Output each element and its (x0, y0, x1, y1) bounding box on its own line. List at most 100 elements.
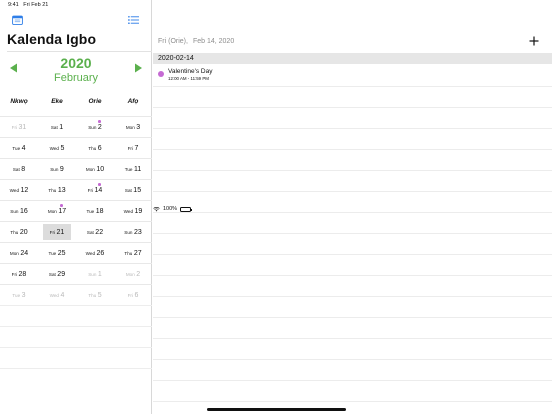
month-label: February (53, 72, 99, 84)
calendar-day-cell[interactable]: Fri 31 (0, 117, 38, 137)
calendar-day-cell[interactable]: Thu 13 (38, 180, 76, 200)
day-number: 23 (133, 228, 142, 236)
weekday-label: Sat (124, 187, 132, 193)
weekday-label: Sat (48, 271, 56, 277)
calendar-day-cell[interactable]: Tue 11 (114, 159, 152, 179)
day-number: 5 (60, 144, 65, 152)
calendar-day-cell[interactable]: Wed 5 (38, 138, 76, 158)
calendar-day-cell[interactable]: Sun 23 (114, 222, 152, 242)
calendar-day-cell[interactable]: Sat 1 (38, 117, 76, 137)
calendar-day-cell[interactable]: Sun 1 (76, 264, 114, 284)
app-window: 9:41 Fri Feb 21 100% Kalenda Igbo 2020 F… (0, 0, 552, 414)
day-number: 10 (96, 165, 105, 173)
day-cell-content: Tue 25 (43, 245, 71, 261)
add-event-plus-icon[interactable] (529, 36, 539, 46)
day-cell-content: Fri 31 (5, 119, 33, 135)
calendar-day-cell[interactable]: Wed 26 (76, 243, 114, 263)
calendar-day-cell[interactable]: Sun 9 (38, 159, 76, 179)
calendar-day-cell[interactable]: Wed 19 (114, 201, 152, 221)
calendar-week-row: Fri 28 Sat 29 Sun 1 Mon 2 (0, 263, 152, 284)
day-cell-content: Thu 5 (81, 287, 109, 303)
weekday-label: Mon (125, 271, 135, 277)
weekday-label: Sun (88, 271, 97, 277)
day-number: 26 (96, 249, 105, 257)
day-number: 19 (134, 207, 143, 215)
weekday-label: Sun (10, 208, 19, 214)
calendar-day-cell[interactable]: Fri 21 (38, 222, 76, 242)
weekday-label: Mon (85, 166, 95, 172)
event-color-dot (158, 71, 164, 77)
calendar-day-cell[interactable]: Tue 18 (76, 201, 114, 221)
day-detail-panel: Fri (Orie), Feb 14, 2020 2020-02-14 Valen… (153, 0, 552, 414)
day-cell-content: Sat 8 (5, 161, 33, 177)
weekday-label: Mon (9, 250, 19, 256)
app-title: Kalenda Igbo (7, 31, 97, 47)
weekday-label: Tue (48, 250, 57, 256)
calendar-day-cell[interactable]: Mon 10 (76, 159, 114, 179)
day-cell-content: Sat 22 (81, 224, 109, 240)
calendar-day-cell[interactable]: Mon 2 (114, 264, 152, 284)
weekday-label: Wed (9, 187, 20, 193)
calendar-day-cell[interactable]: Mon 3 (114, 117, 152, 137)
day-cell-content: Wed 12 (5, 182, 33, 198)
day-number: 2 (136, 270, 141, 278)
calendar-day-cell[interactable]: Fri 7 (114, 138, 152, 158)
next-month-arrow-icon[interactable] (134, 63, 143, 73)
previous-month-arrow-icon[interactable] (9, 63, 18, 73)
calendar-day-cell[interactable]: Sat 8 (0, 159, 38, 179)
calendar-day-cell[interactable]: Sat 15 (114, 180, 152, 200)
calendar-day-cell[interactable]: Sun 2 (76, 117, 114, 137)
day-number: 25 (57, 249, 66, 257)
calendar-day-cell[interactable]: Thu 5 (76, 285, 114, 305)
day-number: 17 (58, 207, 67, 215)
calendar-day-cell[interactable]: Tue 25 (38, 243, 76, 263)
calendar-day-cell[interactable]: Fri 28 (0, 264, 38, 284)
day-cell-content: Tue 18 (81, 203, 109, 219)
row-separator (153, 338, 552, 339)
event-row[interactable]: Valentine's Day 12:00 AM - 11:59 PM (153, 66, 552, 85)
calendar-day-cell[interactable]: Mon 24 (0, 243, 38, 263)
weekday-label: Wed (49, 292, 59, 298)
row-separator (153, 401, 552, 402)
event-indicator-dot (60, 204, 63, 207)
row-separator (153, 128, 552, 129)
day-number: 16 (19, 207, 28, 215)
calendar-day-cell[interactable]: Sun 16 (0, 201, 38, 221)
weekday-label: Sun (50, 166, 59, 172)
list-icon[interactable] (128, 15, 139, 25)
day-cell-content: Thu 27 (119, 245, 147, 261)
calendar-day-cell[interactable]: Fri 14 (76, 180, 114, 200)
calendar-day-cell[interactable]: Fri 6 (114, 285, 152, 305)
calendar-week-row: Sat 8 Sun 9 Mon 10 Tue 11 (0, 158, 152, 179)
weekday-label: Thu (88, 145, 97, 151)
calendar-day-cell[interactable]: Sat 29 (38, 264, 76, 284)
day-number: 12 (20, 186, 29, 194)
calendar-day-cell[interactable]: Wed 4 (38, 285, 76, 305)
calendar-week-row: Sun 16 Mon 17 Tue 18 Wed 19 (0, 200, 152, 221)
event-indicator-dot (98, 120, 101, 123)
calendar-day-cell[interactable]: Mon 17 (38, 201, 76, 221)
day-cell-content: Tue 3 (5, 287, 33, 303)
weekday-label: Tue (124, 166, 133, 172)
calendar-day-cell[interactable]: Thu 6 (76, 138, 114, 158)
divider (7, 51, 152, 52)
calendar-day-cell[interactable]: Thu 27 (114, 243, 152, 263)
row-separator (153, 317, 552, 318)
day-number: 4 (60, 291, 65, 299)
calendar-day-cell[interactable]: Wed 12 (0, 180, 38, 200)
day-number: 4 (21, 144, 26, 152)
calendar-day-cell[interactable]: Sat 22 (76, 222, 114, 242)
weekday-label: Wed (49, 145, 59, 151)
detail-market-day: Fri (Orie), (158, 38, 188, 45)
day-number: 9 (59, 165, 64, 173)
weekday-label: Fri (11, 124, 18, 130)
calendar-day-cell[interactable]: Thu 20 (0, 222, 38, 242)
calendar-day-cell[interactable]: Tue 4 (0, 138, 38, 158)
calendar-icon[interactable] (12, 15, 23, 25)
calendar-day-cell[interactable]: Tue 3 (0, 285, 38, 305)
row-separator (153, 254, 552, 255)
weekday-label: Fri (49, 229, 56, 235)
day-cell-content: Sat 15 (119, 182, 147, 198)
weekday-label: Wed (123, 208, 134, 214)
weekday-label: Wed (85, 250, 96, 256)
